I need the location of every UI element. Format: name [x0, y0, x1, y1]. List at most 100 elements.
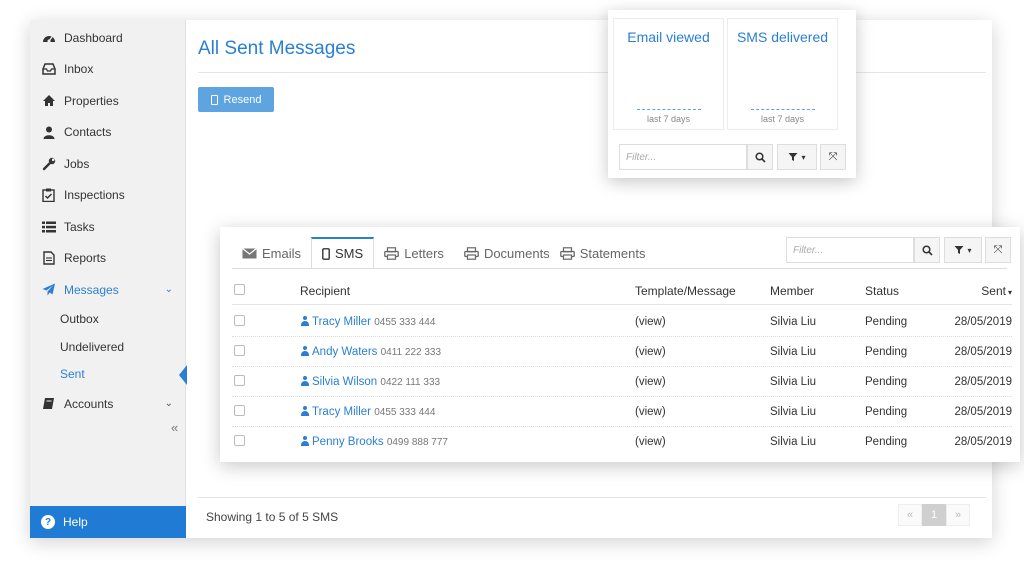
collapse-sidebar-icon[interactable]: « — [171, 420, 178, 435]
pager-next-button[interactable]: » — [946, 504, 970, 526]
search-icon — [921, 244, 933, 256]
column-header-sent[interactable]: Sent ▾ — [940, 284, 1012, 298]
sidebar-item-messages[interactable]: Messages ⌄ — [30, 274, 185, 306]
tab-letters[interactable]: Letters — [374, 237, 454, 269]
sidebar-item-tasks[interactable]: Tasks — [30, 211, 185, 243]
tab-sms[interactable]: SMS — [311, 237, 375, 269]
row-checkbox[interactable] — [234, 344, 245, 356]
row-checkbox[interactable] — [234, 435, 245, 446]
expand-icon: ⤧ — [993, 243, 1003, 256]
recipient-name[interactable]: Tracy Miller — [312, 406, 371, 418]
sent-date-cell: 28/05/2019 — [954, 315, 1012, 328]
help-icon: ? — [41, 515, 55, 529]
status-cell: Pending — [865, 315, 908, 328]
dashboard-icon — [41, 30, 56, 45]
chevron-down-icon: ⌄ — [164, 284, 173, 296]
column-header-status[interactable]: Status — [865, 284, 940, 298]
row-checkbox[interactable] — [234, 404, 245, 416]
table-row[interactable]: Andy Waters 0411 222 333 (view) Silvia L… — [232, 337, 1012, 367]
resend-button[interactable]: Resend — [198, 87, 274, 112]
view-message-link[interactable]: (view) — [635, 436, 770, 448]
home-icon — [41, 93, 56, 108]
filter-icon — [954, 246, 964, 254]
sidebar-item-properties[interactable]: Properties — [30, 85, 185, 117]
tab-label: SMS — [335, 246, 364, 261]
view-message-link[interactable]: (view) — [635, 316, 770, 328]
divider — [232, 268, 1007, 269]
sidebar-item-label: Contacts — [64, 125, 112, 140]
user-icon — [41, 125, 56, 140]
view-message-link[interactable]: (view) — [635, 406, 770, 418]
printer-icon — [559, 246, 575, 260]
search-button[interactable] — [747, 144, 773, 170]
stats-card: Email viewed last 7 days SMS delivered l… — [608, 10, 856, 178]
sidebar-item-contacts[interactable]: Contacts — [30, 117, 185, 149]
status-cell: Pending — [865, 436, 908, 448]
tab-documents[interactable]: Documents — [454, 237, 560, 269]
sidebar-item-reports[interactable]: Reports — [30, 243, 185, 275]
table-row[interactable]: Penny Brooks 0499 888 777 (view) Silvia … — [232, 427, 1012, 457]
sidebar-item-jobs[interactable]: Jobs — [30, 148, 185, 180]
row-checkbox[interactable] — [234, 374, 245, 386]
printer-icon — [464, 246, 479, 260]
recipient-name[interactable]: Tracy Miller — [312, 316, 371, 328]
stat-email-viewed[interactable]: Email viewed last 7 days — [613, 18, 724, 130]
message-tabs: Emails SMS Letters Documents Statements — [232, 237, 655, 269]
member-cell: Silvia Liu — [770, 436, 817, 448]
tab-emails[interactable]: Emails — [232, 237, 311, 269]
user-icon — [300, 405, 309, 416]
submenu-item-outbox[interactable]: Outbox — [30, 306, 185, 334]
divider — [198, 497, 986, 498]
clipboard-check-icon — [41, 188, 56, 203]
help-button[interactable]: ? Help — [30, 506, 186, 538]
caret-down-icon: ▾ — [967, 245, 972, 255]
user-icon — [300, 315, 309, 326]
search-button[interactable] — [914, 237, 940, 263]
table-row[interactable]: Silvia Wilson 0422 111 333 (view) Silvia… — [232, 367, 1012, 397]
book-icon — [41, 396, 56, 411]
view-message-link[interactable]: (view) — [635, 376, 770, 388]
pager-prev-button[interactable]: « — [898, 504, 922, 526]
search-icon — [754, 151, 766, 163]
wrench-icon — [41, 156, 56, 171]
paper-plane-icon — [41, 282, 56, 297]
recipient-phone: 0422 111 333 — [380, 376, 441, 388]
row-checkbox[interactable] — [234, 314, 245, 326]
column-header-member[interactable]: Member — [770, 284, 865, 298]
sidebar-item-dashboard[interactable]: Dashboard — [30, 22, 185, 54]
column-header-label: Sent — [981, 283, 1006, 298]
sidebar-item-label: Messages — [64, 282, 119, 297]
recipient-phone: 0499 888 777 — [386, 437, 448, 448]
recipient-name[interactable]: Penny Brooks — [312, 436, 384, 448]
stat-sms-delivered[interactable]: SMS delivered last 7 days — [727, 18, 838, 130]
view-message-link[interactable]: (view) — [635, 346, 770, 358]
table-filter-input[interactable]: Filter... — [786, 237, 914, 263]
column-header-template[interactable]: Template/Message — [635, 284, 770, 298]
column-header-recipient[interactable]: Recipient — [300, 284, 635, 298]
tab-label: Letters — [404, 245, 444, 261]
sidebar-item-accounts[interactable]: Accounts ⌄ — [30, 388, 185, 420]
file-icon — [41, 251, 56, 266]
stat-title: SMS delivered — [736, 29, 829, 45]
table-row[interactable]: Tracy Miller 0455 333 444 (view) Silvia … — [232, 397, 1012, 427]
status-cell: Pending — [865, 375, 908, 388]
divider — [198, 72, 986, 73]
expand-button[interactable]: ⤧ — [985, 237, 1011, 263]
filter-dropdown-button[interactable]: ▾ — [777, 144, 817, 170]
recipient-name[interactable]: Silvia Wilson — [312, 376, 377, 388]
sidebar-item-label: Inspections — [64, 188, 125, 203]
sidebar-item-inbox[interactable]: Inbox — [30, 54, 185, 86]
recipient-name[interactable]: Andy Waters — [312, 346, 377, 358]
sidebar-item-label: Dashboard — [64, 30, 123, 45]
pagination: « 1 » — [898, 504, 970, 526]
pager-page-button[interactable]: 1 — [922, 504, 946, 526]
submenu-item-sent[interactable]: Sent — [30, 361, 187, 389]
expand-button[interactable]: ⤧ — [820, 144, 846, 170]
stats-filter-input[interactable]: Filter... — [619, 144, 747, 170]
submenu-item-undelivered[interactable]: Undelivered — [30, 333, 185, 361]
table-row[interactable]: Tracy Miller 0455 333 444 (view) Silvia … — [232, 307, 1012, 337]
filter-dropdown-button[interactable]: ▾ — [944, 237, 982, 263]
select-all-checkbox[interactable] — [234, 283, 245, 295]
tab-statements[interactable]: Statements — [559, 237, 656, 269]
sidebar-item-inspections[interactable]: Inspections — [30, 180, 185, 212]
